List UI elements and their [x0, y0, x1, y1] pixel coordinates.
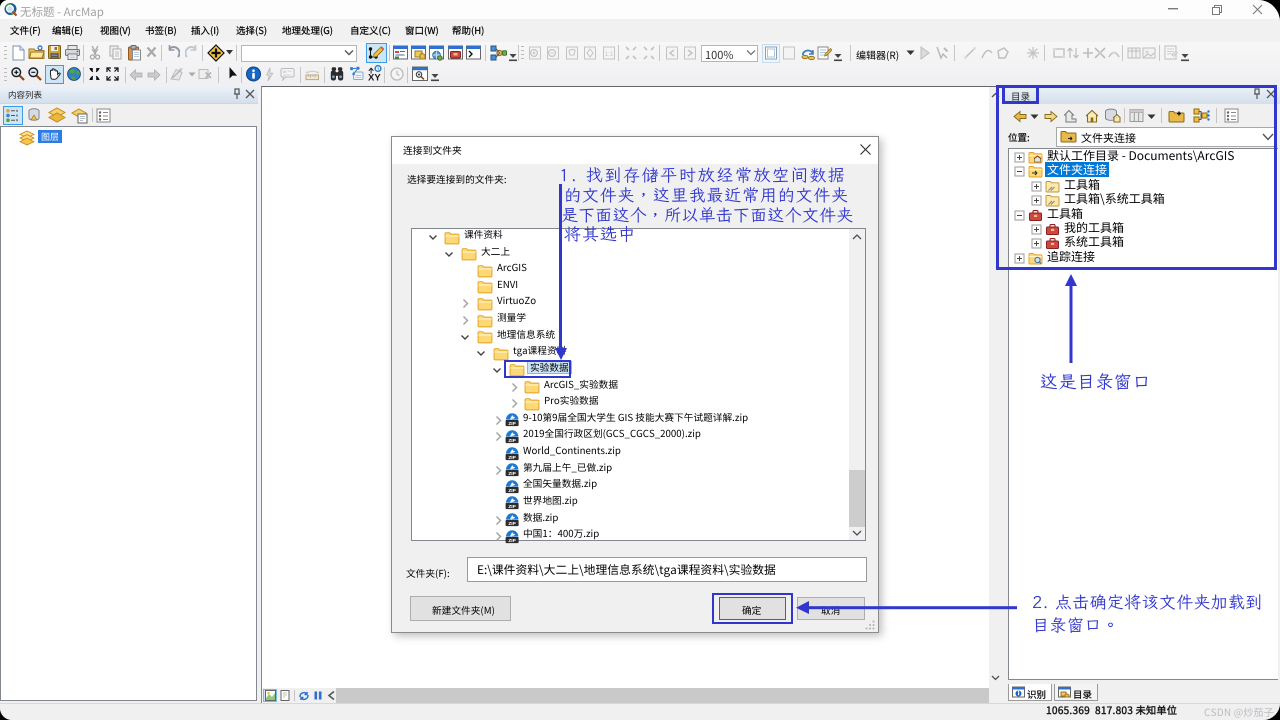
svg-text:XY: XY	[368, 73, 381, 84]
svg-text:1:1: 1:1	[605, 52, 614, 58]
svg-text:ZIP: ZIP	[508, 421, 516, 427]
svg-text:ZIP: ZIP	[508, 438, 516, 444]
svg-text:ZIP: ZIP	[508, 504, 516, 510]
svg-text:ZIP: ZIP	[508, 488, 516, 494]
svg-text:ZIP: ZIP	[508, 521, 516, 527]
svg-text:ZIP: ZIP	[508, 471, 516, 477]
svg-text:ZIP: ZIP	[508, 538, 516, 544]
svg-text:ZIP: ZIP	[508, 454, 516, 460]
